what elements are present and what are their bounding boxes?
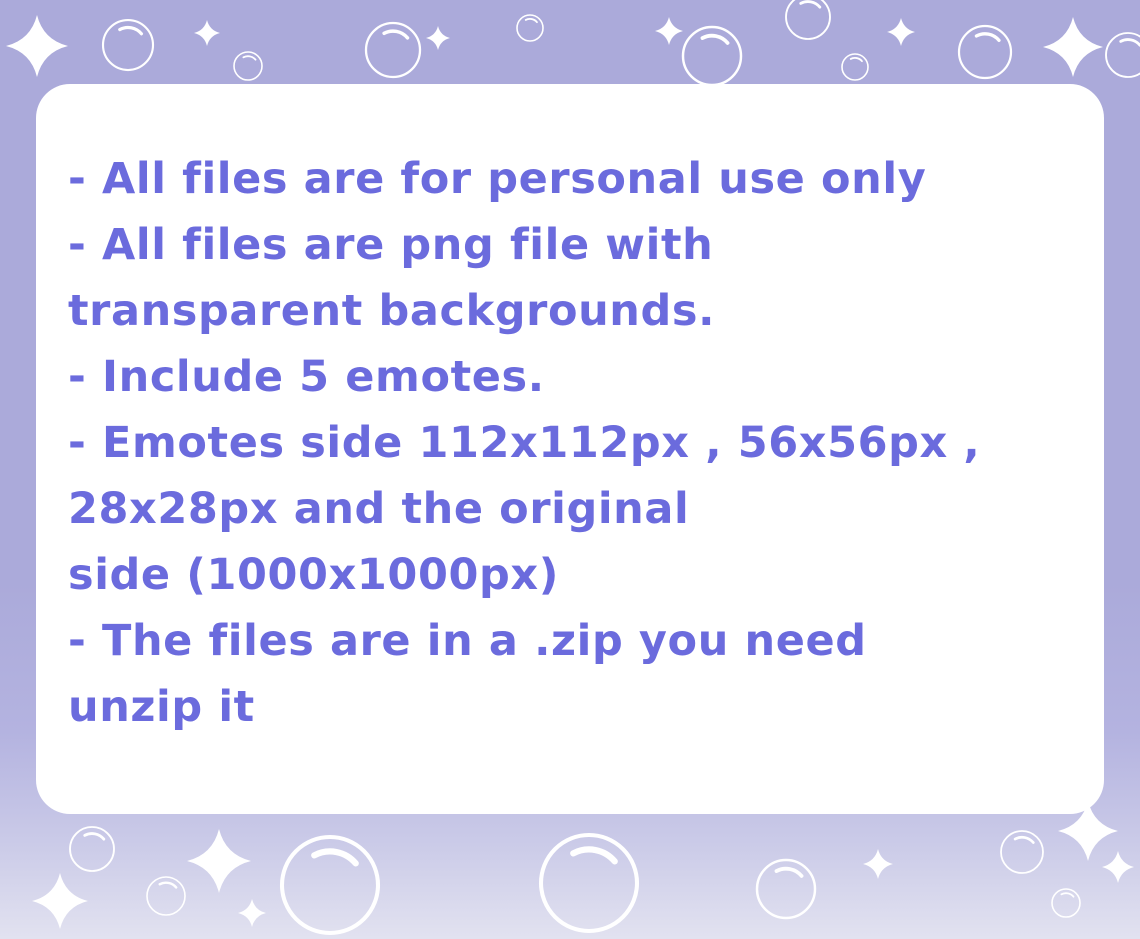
bubble-highlight-icon: [118, 25, 144, 36]
bubble-highlight-icon: [524, 18, 538, 24]
bubble-icon: [755, 858, 817, 920]
bubble-icon: [1105, 32, 1140, 78]
sparkle-icon: [426, 26, 450, 50]
bubble-icon: [1051, 888, 1081, 918]
sparkle-icon: [6, 15, 68, 77]
detail-line: - Emotes side 112x112px , 56x56px ,: [68, 418, 981, 468]
bubble-highlight-icon: [1013, 836, 1035, 844]
sparkle-icon: [187, 829, 251, 893]
sparkle-icon: [194, 20, 220, 46]
bubble-highlight-icon: [242, 55, 257, 61]
bubble-icon: [233, 51, 263, 81]
bubble-highlight-icon: [1119, 38, 1140, 47]
detail-line: - Include 5 emotes.: [68, 352, 545, 402]
detail-line: - All files are png file with: [68, 220, 714, 270]
bubble-icon: [538, 832, 640, 934]
bubble-icon: [516, 14, 544, 42]
poster-canvas: - All files are for personal use only - A…: [0, 0, 1140, 939]
bubble-highlight-icon: [799, 0, 822, 9]
sparkle-icon: [32, 873, 88, 929]
sparkle-icon: [1102, 851, 1134, 883]
detail-line: unzip it: [68, 682, 255, 732]
bubble-icon: [785, 0, 831, 40]
sparkle-icon: [863, 849, 893, 879]
bubble-icon: [101, 18, 155, 72]
bubble-icon: [957, 24, 1013, 80]
bubble-icon: [146, 876, 186, 916]
sparkle-icon: [1043, 17, 1103, 77]
bubble-highlight-icon: [700, 33, 730, 45]
detail-line: 28x28px and the original: [68, 484, 690, 534]
bubble-highlight-icon: [849, 57, 863, 63]
product-details-list: - All files are for personal use only - A…: [68, 146, 1084, 740]
bubble-highlight-icon: [1060, 892, 1075, 898]
bubble-icon: [279, 834, 381, 936]
bubble-highlight-icon: [83, 832, 106, 841]
bubble-icon: [841, 53, 869, 81]
bubble-icon: [364, 21, 422, 79]
bubble-icon: [1000, 830, 1044, 874]
detail-line: transparent backgrounds.: [68, 286, 716, 336]
sparkle-icon: [238, 899, 266, 927]
bubble-highlight-icon: [570, 846, 618, 865]
detail-line: - The files are in a .zip you need: [68, 616, 867, 666]
bubble-highlight-icon: [311, 848, 359, 867]
sparkle-icon: [655, 17, 683, 45]
bubble-icon: [69, 826, 115, 872]
detail-line: - All files are for personal use only: [68, 154, 927, 204]
sparkle-icon: [887, 18, 915, 46]
detail-line: side (1000x1000px): [68, 550, 559, 600]
bubble-highlight-icon: [774, 866, 804, 878]
bubble-highlight-icon: [382, 29, 410, 40]
bubble-icon: [681, 25, 743, 87]
info-card: - All files are for personal use only - A…: [36, 84, 1104, 814]
bubble-highlight-icon: [974, 32, 1001, 42]
bubble-highlight-icon: [158, 881, 178, 889]
